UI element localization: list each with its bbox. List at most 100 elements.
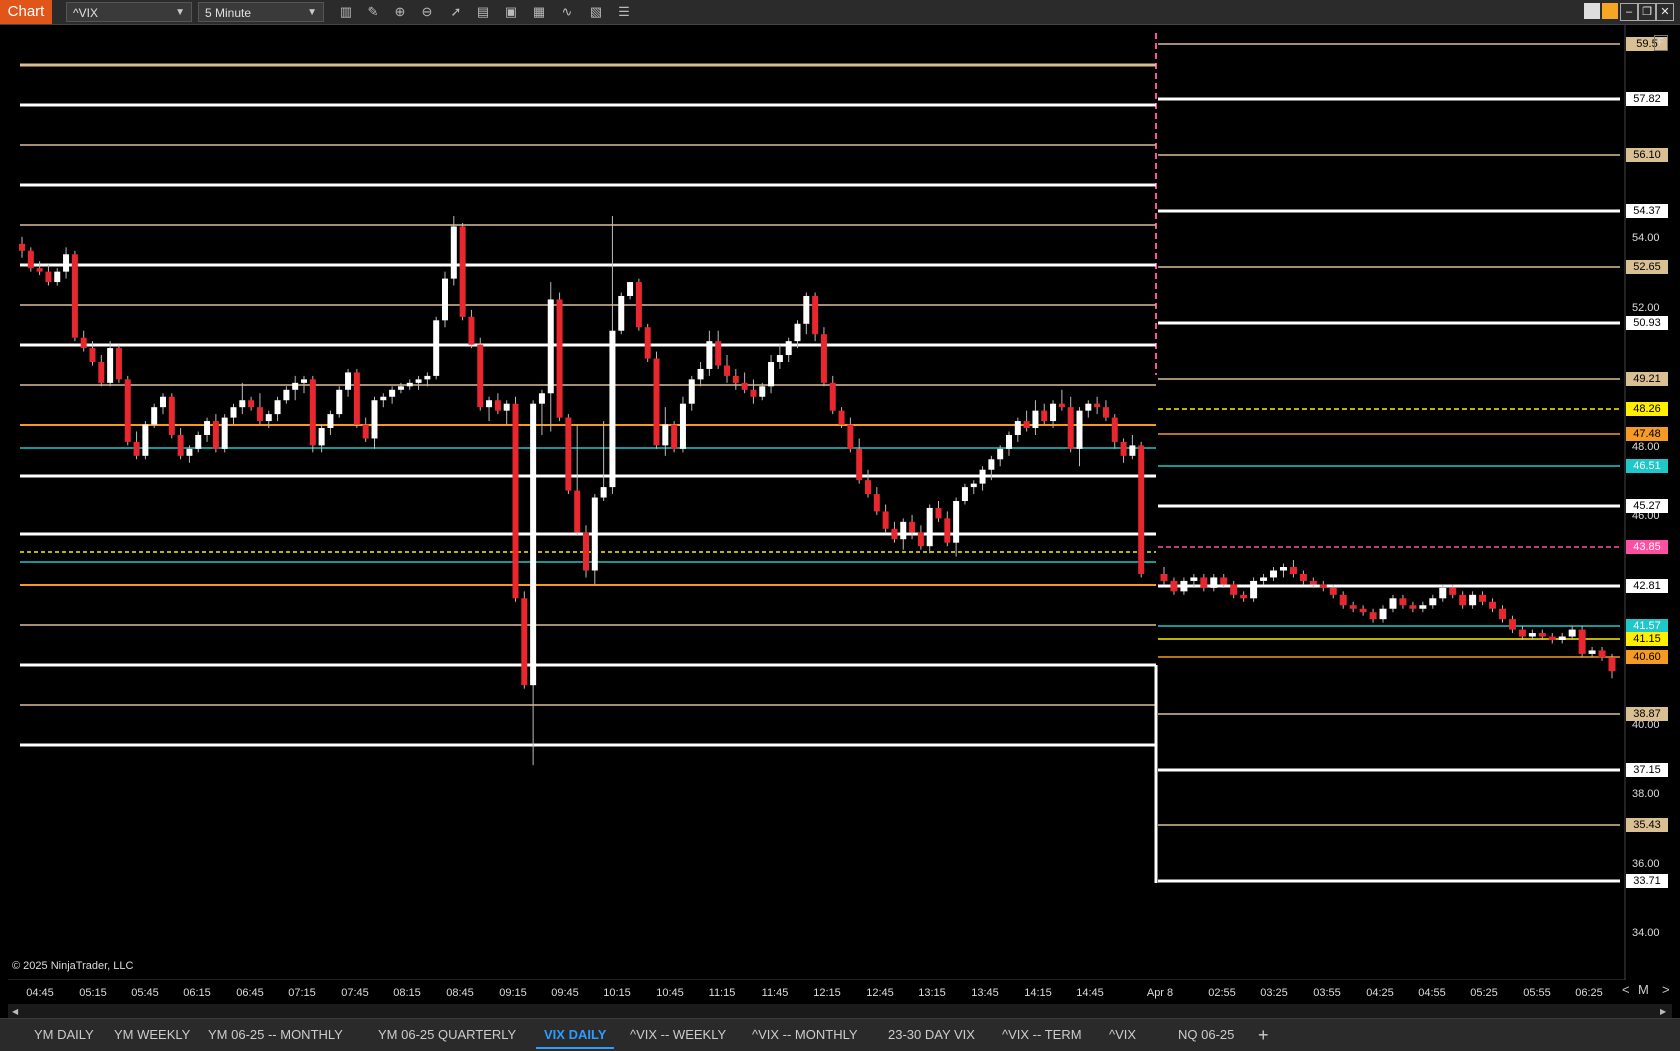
chart-tab[interactable]: NQ 06-25 [1170, 1023, 1242, 1047]
scroll-left-button[interactable]: < [1622, 982, 1630, 997]
candle-body [583, 532, 589, 571]
properties-icon[interactable]: ▧ [587, 3, 605, 21]
candle-body [459, 226, 466, 317]
time-axis-tick: 04:55 [1418, 987, 1446, 999]
candle-body [1230, 584, 1238, 595]
chart-tab[interactable]: YM DAILY [26, 1023, 102, 1047]
zoom-in-icon[interactable]: ⊕ [391, 3, 409, 21]
price-axis-tick: 48.00 [1632, 441, 1660, 453]
price-level-tag: 56.10 [1626, 148, 1668, 162]
copyright-text: © 2025 NinjaTrader, LLC [12, 960, 134, 972]
candle-body [979, 469, 986, 484]
time-axis-tick: 05:55 [1523, 987, 1551, 999]
instrument-selector[interactable]: ^VIX ▼ [66, 2, 192, 22]
candle-body [1085, 403, 1092, 411]
restore-icon[interactable]: ❐ [1638, 3, 1656, 21]
color-swatch-a[interactable] [1584, 3, 1600, 19]
chart-tab[interactable]: ^VIX -- MONTHLY [744, 1023, 866, 1047]
candle-body [1419, 605, 1427, 609]
chart-menu-button[interactable]: Chart [0, 0, 52, 24]
time-axis-tick: 12:45 [866, 987, 894, 999]
list-icon[interactable]: ☰ [615, 3, 633, 21]
candle-body [1210, 577, 1218, 588]
candle-body [1067, 407, 1074, 449]
price-level-tag: 52.65 [1626, 260, 1668, 274]
candle-body [424, 375, 431, 380]
candle-body [19, 243, 25, 251]
candle-body [433, 320, 440, 376]
template-icon[interactable]: ▤ [474, 3, 492, 21]
candle-body [248, 400, 255, 408]
chart-tab[interactable]: YM 06-25 -- MONTHLY [200, 1023, 351, 1047]
chart-tab[interactable]: YM WEEKLY [106, 1023, 198, 1047]
candle-body [909, 521, 916, 533]
chart-tab[interactable]: YM 06-25 QUARTERLY [370, 1023, 524, 1047]
candle-body [1409, 605, 1417, 609]
scroll-menu-button[interactable]: M [1638, 982, 1649, 997]
candle-body [124, 379, 131, 442]
price-axis-tick: 36.00 [1632, 858, 1660, 870]
chart-tab[interactable]: 23-30 DAY VIX [880, 1023, 983, 1047]
panel-icon[interactable]: ▣ [502, 3, 520, 21]
candle-body [1260, 577, 1268, 581]
price-level-tag: 38.87 [1626, 707, 1668, 721]
chart-tab[interactable]: ^VIX [1101, 1023, 1144, 1047]
candle-body [1279, 567, 1287, 571]
candle-body [1041, 410, 1048, 422]
zoom-out-icon[interactable]: ⊖ [418, 3, 436, 21]
price-axis-tick: 52.00 [1632, 302, 1660, 314]
candle-body [486, 400, 493, 408]
candle-body [327, 414, 334, 429]
price-level-tag: 37.15 [1626, 763, 1668, 777]
minimize-icon[interactable]: – [1620, 3, 1638, 21]
candle-body [186, 448, 193, 456]
candle-body [715, 341, 722, 366]
candle-body [635, 282, 642, 328]
candle-body [1309, 580, 1317, 585]
price-chart[interactable] [0, 25, 1680, 980]
draw-icon[interactable]: ✎ [364, 3, 382, 21]
candle-body [1006, 434, 1012, 449]
candle-body [891, 528, 898, 540]
candle-body [168, 396, 175, 435]
candle-body [256, 407, 263, 422]
scroll-left-arrow-icon[interactable]: ◀ [12, 1007, 18, 1016]
chart-tab[interactable]: VIX DAILY [536, 1023, 615, 1049]
bar-type-icon[interactable]: ▥ [337, 3, 355, 21]
candle-body [591, 497, 598, 571]
time-axis-tick: 07:15 [288, 987, 316, 999]
horizontal-scrollbar[interactable]: ◀ ▶ [8, 1004, 1672, 1018]
candle-body [230, 407, 237, 418]
candle-body [1319, 584, 1327, 588]
candle-body [301, 379, 307, 383]
color-swatch-b[interactable] [1602, 3, 1618, 19]
add-tab-button[interactable]: + [1250, 1023, 1277, 1047]
time-axis-tick: 04:25 [1366, 987, 1394, 999]
close-icon[interactable]: ✕ [1656, 3, 1674, 21]
scroll-right-arrow-icon[interactable]: ▶ [1660, 1007, 1666, 1016]
candle-body [1568, 629, 1576, 637]
scroll-right-button[interactable]: > [1662, 982, 1670, 997]
instrument-value: ^VIX [73, 6, 98, 20]
candle-body [856, 448, 863, 481]
candle-body [556, 299, 563, 418]
candle-body [829, 382, 836, 411]
data-box-icon[interactable]: ▦ [530, 3, 548, 21]
f-button[interactable]: F [1654, 35, 1668, 51]
candle-body [970, 483, 977, 488]
candle-body [71, 254, 78, 338]
candle-body [600, 487, 607, 498]
time-axis-tick: 03:55 [1313, 987, 1341, 999]
chart-tab[interactable]: ^VIX -- TERM [994, 1023, 1090, 1047]
chart-tab[interactable]: ^VIX -- WEEKLY [622, 1023, 734, 1047]
interval-selector[interactable]: 5 Minute ▼ [198, 2, 324, 22]
candle-body [1129, 445, 1136, 456]
price-level-tag: 33.71 [1626, 874, 1668, 888]
candle-body [530, 403, 537, 686]
pointer-icon[interactable]: ➚ [447, 3, 465, 21]
chart-panel[interactable] [0, 25, 1680, 980]
candle-body [1032, 410, 1039, 429]
chevron-down-icon: ▼ [307, 7, 317, 18]
strategy-icon[interactable]: ∿ [558, 3, 576, 21]
candle-body [627, 282, 634, 296]
